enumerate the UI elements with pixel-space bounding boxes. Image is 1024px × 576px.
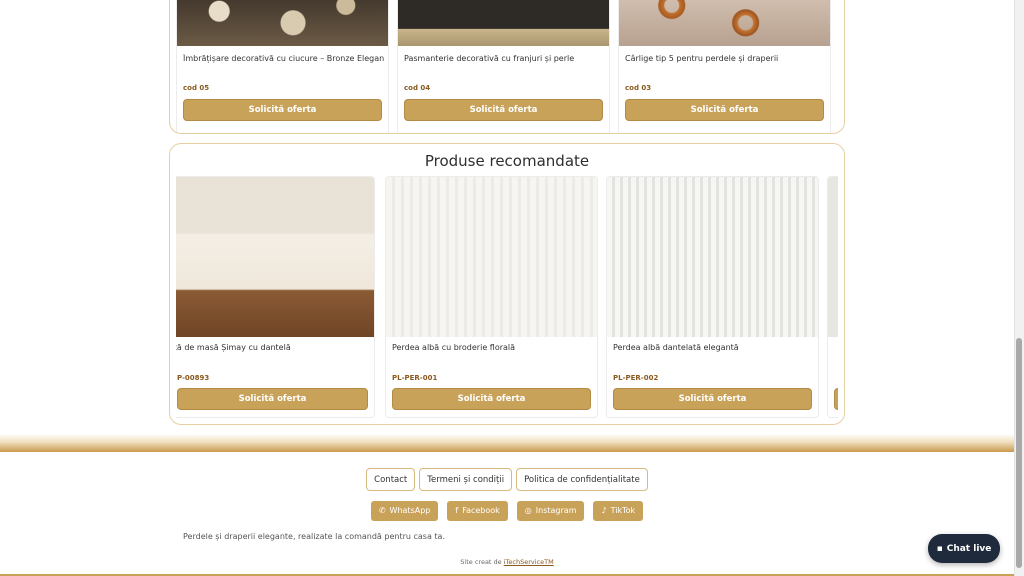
footer-tagline: Perdele și draperii elegante, realizate …	[183, 532, 445, 541]
product-card-partial[interactable]	[827, 176, 838, 418]
product-name[interactable]: Față de masă Șimay cu dantelă	[176, 343, 370, 352]
request-offer-button[interactable]: Solicită oferta	[177, 388, 368, 410]
privacy-link[interactable]: Politica de confidențialitate	[516, 468, 648, 491]
social-label: TikTok	[610, 506, 636, 515]
request-offer-button[interactable]: Solicită oferta	[404, 99, 603, 121]
product-card[interactable]: Perdea albă dantelată elegantă PL-PER-00…	[606, 176, 819, 418]
request-offer-button[interactable]: Solicită oferta	[392, 388, 591, 410]
product-slider-panel: Îmbrățișare decorativă cu ciucure – Bron…	[169, 0, 845, 134]
request-offer-button[interactable]	[834, 388, 838, 410]
section-title: Produse recomandate	[424, 152, 590, 170]
recommended-slider-track[interactable]: Față de masă Șimay cu dantelă P-00893 So…	[176, 176, 838, 418]
product-card[interactable]: Față de masă Șimay cu dantelă P-00893 So…	[176, 176, 375, 418]
product-card[interactable]: Pasmanterie decorativă cu franjuri și pe…	[397, 0, 610, 133]
credit-link[interactable]: iTechServiceTM	[504, 558, 554, 566]
product-code: cod 05	[183, 84, 210, 92]
product-card[interactable]: Perdea albă cu broderie florală PL-PER-0…	[385, 176, 598, 418]
product-code: PL-PER-001	[392, 374, 438, 382]
scrollbar-thumb[interactable]	[1016, 338, 1022, 568]
facebook-button[interactable]: f Facebook	[447, 501, 508, 521]
product-card[interactable]: Îmbrățișare decorativă cu ciucure – Bron…	[176, 0, 389, 133]
product-code: PL-PER-002	[613, 374, 659, 382]
product-code: cod 04	[404, 84, 431, 92]
facebook-icon: f	[455, 506, 459, 515]
site-credit: Site creat de iTechServiceTM	[0, 558, 1014, 566]
product-card[interactable]: Cârlige tip 5 pentru perdele și draperii…	[618, 0, 831, 133]
product-name[interactable]: Perdea albă cu broderie florală	[392, 343, 593, 352]
instagram-button[interactable]: ◎ Instagram	[516, 501, 585, 521]
product-code: cod 03	[625, 84, 652, 92]
chat-bubble-icon: ▪	[936, 543, 943, 554]
product-name[interactable]: Îmbrățișare decorativă cu ciucure – Bron…	[183, 54, 384, 63]
terms-link[interactable]: Termeni și condiții	[419, 468, 513, 491]
product-image[interactable]	[398, 0, 609, 46]
whatsapp-button[interactable]: ✆ WhatsApp	[370, 501, 439, 521]
product-image[interactable]	[177, 0, 388, 46]
request-offer-button[interactable]: Solicită oferta	[613, 388, 812, 410]
social-label: Facebook	[462, 506, 500, 515]
chat-live-button[interactable]: ▪ Chat live	[928, 534, 1000, 563]
recommended-products-panel: Produse recomandate Față de masă Șimay c…	[169, 143, 845, 425]
tiktok-button[interactable]: ♪ TikTok	[593, 501, 644, 521]
footer-links: Contact Termeni și condiții Politica de …	[0, 468, 1014, 491]
credit-text: Site creat de	[460, 558, 504, 566]
social-links: ✆ WhatsApp f Facebook ◎ Instagram ♪ TikT…	[0, 501, 1014, 521]
request-offer-button[interactable]: Solicită oferta	[183, 99, 382, 121]
social-label: WhatsApp	[389, 506, 431, 515]
footer: Contact Termeni și condiții Politica de …	[0, 452, 1014, 576]
tiktok-icon: ♪	[601, 506, 607, 515]
page: Îmbrățișare decorativă cu ciucure – Bron…	[0, 0, 1024, 576]
product-image[interactable]	[607, 177, 818, 337]
instagram-icon: ◎	[524, 506, 532, 515]
chat-label: Chat live	[946, 543, 992, 554]
product-name[interactable]: Perdea albă dantelată elegantă	[613, 343, 814, 352]
page-scrollbar[interactable]	[1014, 0, 1024, 576]
product-image[interactable]	[386, 177, 597, 337]
social-label: Instagram	[535, 506, 577, 515]
product-image[interactable]	[619, 0, 830, 46]
product-name[interactable]: Pasmanterie decorativă cu franjuri și pe…	[404, 54, 605, 63]
product-code: P-00893	[177, 374, 210, 382]
request-offer-button[interactable]: Solicită oferta	[625, 99, 824, 121]
product-image[interactable]	[828, 177, 838, 337]
product-image[interactable]	[176, 177, 374, 337]
contact-link[interactable]: Contact	[366, 468, 416, 491]
footer-divider	[0, 434, 1014, 452]
product-name[interactable]: Cârlige tip 5 pentru perdele și draperii	[625, 54, 826, 63]
product-slider-track[interactable]: Îmbrățișare decorativă cu ciucure – Bron…	[176, 0, 838, 133]
whatsapp-icon: ✆	[378, 506, 386, 515]
